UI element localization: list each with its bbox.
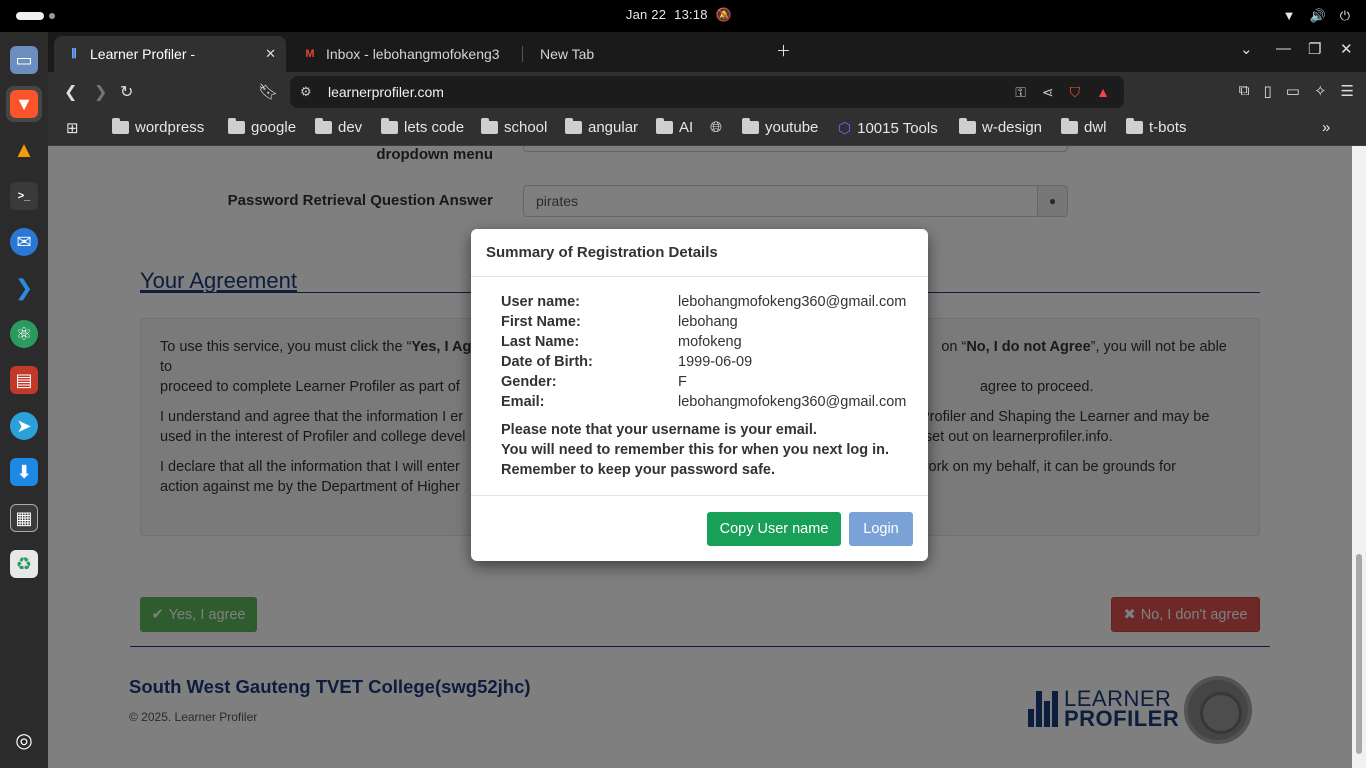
- system-top-bar: Jan 22 13:18 🔕 ▼ 🔊 ⏻: [0, 0, 1366, 32]
- files-app-icon[interactable]: ▭: [6, 42, 42, 78]
- scrollbar-thumb[interactable]: [1356, 554, 1362, 754]
- registration-summary-modal: Summary of Registration Details User nam…: [471, 229, 928, 561]
- modal-body: User name: lebohangmofokeng360@gmail.com …: [471, 277, 928, 480]
- tab-new-tab[interactable]: New Tab: [528, 36, 760, 72]
- system-tray[interactable]: ▼ 🔊 ⏻: [1283, 8, 1350, 24]
- clock-date: Jan 22: [625, 7, 667, 22]
- bookmark-page-icon[interactable]: 🔖︎: [258, 82, 278, 102]
- wallet-icon[interactable]: ▭: [1286, 82, 1300, 100]
- vlc-icon[interactable]: ▲: [6, 132, 42, 168]
- page-scrollbar[interactable]: [1352, 146, 1366, 768]
- telegram-icon[interactable]: ➤: [6, 408, 42, 444]
- bookmark-w-design[interactable]: w-design: [959, 118, 1042, 136]
- folder-icon: [228, 118, 245, 134]
- system-clock[interactable]: Jan 22 13:18 🔕: [0, 7, 1366, 23]
- new-tab-icon[interactable]: ＋: [776, 40, 791, 61]
- summary-row-last-name: Last Name: mofokeng: [501, 334, 742, 350]
- brave-rewards-icon[interactable]: ▲: [1096, 84, 1110, 101]
- username-note: Please note that your username is your e…: [501, 422, 890, 478]
- menu-icon[interactable]: ☰: [1341, 82, 1354, 100]
- tab-title: Learner Profiler -: [90, 46, 196, 62]
- back-icon[interactable]: ❮: [64, 82, 77, 102]
- learner-profiler-favicon: ⫼: [71, 47, 77, 60]
- login-button[interactable]: Login: [849, 512, 913, 546]
- tab-title: Inbox - lebohangmofokeng3: [326, 46, 500, 62]
- download-app-icon[interactable]: ⬇: [6, 454, 42, 490]
- bookmark-dev[interactable]: dev: [315, 118, 362, 136]
- sidebar-icon[interactable]: ▯: [1264, 82, 1272, 100]
- wifi-icon: ▼: [1282, 8, 1296, 23]
- summary-row-email: Email: lebohangmofokeng360@gmail.com: [501, 394, 907, 410]
- copy-username-button[interactable]: Copy User name: [707, 512, 841, 546]
- bookmark-youtube[interactable]: youtube: [742, 118, 818, 136]
- gmail-favicon: M: [305, 48, 315, 60]
- address-bar[interactable]: ⚙ learnerprofiler.com ⚿ ⋖ ⛉ ▲: [290, 76, 1124, 108]
- browser-toolbar: ❮ ❯ ↻ 🔖︎ ⚙ learnerprofiler.com ⚿ ⋖ ⛉ ▲ ⧉…: [48, 72, 1366, 112]
- thunderbird-icon[interactable]: ✉: [6, 224, 42, 260]
- folder-icon: [381, 118, 398, 134]
- brave-shields-icon[interactable]: ⛉: [1070, 84, 1081, 101]
- bookmark-angular[interactable]: angular: [565, 118, 638, 136]
- bookmark-ai[interactable]: AI: [656, 118, 693, 136]
- tab-strip: ⫼ Learner Profiler - ✕ M Inbox - lebohan…: [48, 32, 1366, 72]
- tools-icon: ⬡: [838, 120, 852, 137]
- folder-icon: [656, 118, 673, 134]
- forward-icon[interactable]: ❯: [94, 82, 107, 102]
- summary-row-first-name: First Name: lebohang: [501, 314, 738, 330]
- folder-icon: [1061, 118, 1078, 134]
- close-window-icon[interactable]: ✕: [1340, 40, 1353, 58]
- tab-search-chevron-icon[interactable]: ⌄: [1240, 40, 1253, 58]
- bookmarks-bar: ⊞ wordpress google dev lets code school …: [48, 112, 1366, 146]
- bookmark-10015-tools[interactable]: ⬡ 10015 Tools: [838, 119, 938, 138]
- bookmark-google[interactable]: google: [228, 118, 296, 136]
- trash-icon[interactable]: ♻: [6, 546, 42, 582]
- folder-icon: [959, 118, 976, 134]
- tab-separator: [522, 46, 523, 62]
- notifications-muted-icon: 🔕: [715, 7, 733, 22]
- modal-footer: Copy User name Login: [471, 495, 928, 561]
- folder-icon: [112, 118, 129, 134]
- screenshot-app-icon[interactable]: ▦: [6, 500, 42, 536]
- site-settings-icon[interactable]: ⚙: [300, 84, 312, 100]
- folder-icon: [565, 118, 582, 134]
- extensions-icon[interactable]: ⧉: [1239, 82, 1250, 100]
- modal-title: Summary of Registration Details: [471, 229, 928, 277]
- minimize-icon[interactable]: —: [1276, 40, 1291, 57]
- close-tab-icon[interactable]: ✕: [265, 46, 276, 62]
- tab-learner-profiler[interactable]: ⫼ Learner Profiler - ✕: [54, 36, 286, 72]
- folder-icon: [315, 118, 332, 134]
- password-key-icon[interactable]: ⚿: [1015, 84, 1026, 101]
- show-apps-icon[interactable]: ◎: [6, 722, 42, 758]
- url-text: learnerprofiler.com: [328, 84, 444, 100]
- tab-inbox[interactable]: M Inbox - lebohangmofokeng3: [290, 36, 522, 72]
- maximize-icon[interactable]: ❐: [1308, 40, 1321, 58]
- vscode-icon[interactable]: ❯: [6, 270, 42, 306]
- tab-title: New Tab: [540, 46, 595, 62]
- dock: ▭ ▼ ▲ >_ ✉ ❯ ⚛ ▤ ➤ ⬇ ▦ ♻ ◎: [0, 32, 48, 768]
- folder-icon: [742, 118, 759, 134]
- terminal-icon[interactable]: >_: [6, 178, 42, 214]
- apps-grid-icon[interactable]: ⊞: [66, 119, 79, 137]
- power-icon: ⏻: [1339, 8, 1350, 23]
- summary-row-gender: Gender: F: [501, 374, 687, 390]
- volume-icon: 🔊: [1309, 8, 1326, 23]
- share-icon[interactable]: ⋖: [1042, 84, 1054, 101]
- folder-icon: [481, 118, 498, 134]
- book-app-icon[interactable]: ▤: [6, 362, 42, 398]
- summary-row-username: User name: lebohangmofokeng360@gmail.com: [501, 294, 907, 310]
- bookmark-school[interactable]: school: [481, 118, 547, 136]
- globe-icon[interactable]: 🌐︎: [710, 119, 722, 136]
- bookmark-wordpress[interactable]: wordpress: [112, 118, 204, 136]
- summary-row-dob: Date of Birth: 1999-06-09: [501, 354, 753, 370]
- bookmark-t-bots[interactable]: t-bots: [1126, 118, 1187, 136]
- folder-icon: [1126, 118, 1143, 134]
- clock-time: 13:18: [674, 7, 708, 22]
- bookmark-dwl[interactable]: dwl: [1061, 118, 1107, 136]
- more-bookmarks-icon[interactable]: »: [1322, 119, 1330, 136]
- reload-icon[interactable]: ↻: [120, 82, 133, 102]
- brave-browser-icon[interactable]: ▼: [6, 86, 42, 122]
- leo-ai-icon[interactable]: ✧: [1314, 82, 1327, 100]
- atom-app-icon[interactable]: ⚛: [6, 316, 42, 352]
- bookmark-lets-code[interactable]: lets code: [381, 118, 464, 136]
